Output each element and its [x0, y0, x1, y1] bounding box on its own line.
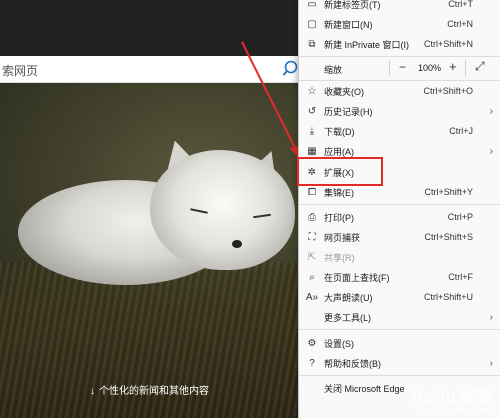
fox-nose: [232, 240, 242, 248]
menu-item-label: 打印(P): [324, 212, 354, 223]
menu-item-label: 历史记录(H): [324, 106, 373, 117]
watermark: Baidu 经验 jingyan.baidu.com: [411, 389, 492, 416]
new-tab-icon: ▭: [307, 0, 317, 10]
menu-item-favorites[interactable]: ☆ 收藏夹(O) Ctrl+Shift+O: [299, 81, 500, 101]
menu-item-settings[interactable]: ⚙ 设置(S): [299, 333, 500, 353]
print-icon: ⎙: [308, 211, 316, 223]
menu-item-label: 共享(R): [324, 252, 355, 263]
menu-item-label: 新建标签页(T): [324, 0, 381, 10]
share-icon: ⇱: [307, 251, 317, 263]
zoom-divider: [389, 60, 390, 76]
zoom-label: 缩放: [324, 65, 343, 75]
arrow-down-icon: ↓: [90, 386, 95, 397]
menu-item-share: ⇱ 共享(R): [299, 247, 500, 267]
menu-item-collections[interactable]: ⧠ 集锦(E) Ctrl+Shift+Y: [299, 182, 500, 202]
menu-item-label: 收藏夹(O): [324, 86, 364, 97]
new-window-icon: ▢: [307, 18, 317, 30]
news-label: 个性化的新闻和其他内容: [99, 386, 209, 397]
menu-item-label: 帮助和反馈(B): [324, 358, 381, 369]
menu-item-read-aloud[interactable]: A» 大声朗读(U) Ctrl+Shift+U: [299, 287, 500, 307]
zoom-out-button[interactable]: −: [399, 60, 406, 74]
menu-item-label: 关闭 Microsoft Edge: [324, 383, 405, 394]
web-capture-icon: ⛶: [308, 231, 316, 243]
zoom-in-button[interactable]: +: [449, 59, 457, 74]
extensions-icon: ✲: [307, 166, 317, 178]
apps-icon: ▦: [307, 145, 317, 157]
fox-head: [150, 150, 295, 270]
search-placeholder: 索网页: [2, 64, 39, 78]
menu-item-new-tab[interactable]: ▭ 新建标签页(T) Ctrl+T: [299, 0, 500, 14]
menu-item-label: 扩展(X): [324, 167, 354, 178]
menu-item-more-tools[interactable]: 更多工具(L) ›: [299, 307, 500, 327]
menu-item-shortcut: Ctrl+T: [448, 0, 473, 9]
menu-item-history[interactable]: ↺ 历史记录(H) ›: [299, 101, 500, 121]
menu-divider: [299, 204, 500, 205]
inprivate-icon: ⧉: [308, 38, 316, 50]
menu-item-label: 更多工具(L): [324, 312, 371, 323]
settings-menu: ▭ 新建标签页(T) Ctrl+T ▢ 新建窗口(N) Ctrl+N ⧉ 新建 …: [298, 0, 500, 418]
search-bar[interactable]: 索网页: [0, 56, 305, 83]
menu-item-label: 新建 InPrivate 窗口(I): [324, 39, 410, 50]
chevron-right-icon: ›: [489, 105, 493, 117]
news-link[interactable]: ↓ 个性化的新闻和其他内容: [90, 382, 209, 397]
help-icon: ?: [309, 357, 315, 369]
chevron-right-icon: ›: [489, 357, 493, 369]
menu-item-shortcut: Ctrl+Shift+Y: [424, 187, 473, 197]
chevron-right-icon: ›: [489, 311, 493, 323]
menu-divider: [299, 329, 500, 330]
zoom-divider: [465, 60, 466, 76]
chevron-right-icon: ›: [489, 145, 493, 157]
favorites-icon: ☆: [307, 85, 317, 97]
collections-icon: ⧠: [308, 186, 316, 198]
watermark-url: jingyan.baidu.com: [419, 405, 492, 416]
download-icon: ⤓: [309, 125, 315, 137]
read-aloud-icon: A»: [305, 291, 319, 303]
menu-item-shortcut: Ctrl+Shift+S: [424, 232, 473, 242]
find-icon: ⌕: [309, 271, 315, 283]
menu-item-label: 在页面上查找(F): [324, 272, 390, 283]
menu-item-shortcut: Ctrl+F: [448, 272, 473, 282]
watermark-logo: Baidu 经验: [411, 388, 492, 406]
zoom-row: 缩放 − 100% + ⤢: [299, 57, 500, 79]
menu-item-web-capture[interactable]: ⛶ 网页捕获 Ctrl+Shift+S: [299, 227, 500, 247]
settings-icon: ⚙: [307, 337, 317, 349]
menu-item-shortcut: Ctrl+Shift+U: [423, 292, 473, 302]
menu-item-label: 大声朗读(U): [324, 292, 373, 303]
menu-item-print[interactable]: ⎙ 打印(P) Ctrl+P: [299, 207, 500, 227]
menu-item-label: 下载(D): [324, 126, 355, 137]
menu-item-downloads[interactable]: ⤓ 下载(D) Ctrl+J: [299, 121, 500, 141]
menu-item-shortcut: Ctrl+Shift+N: [423, 39, 473, 49]
menu-item-new-window[interactable]: ▢ 新建窗口(N) Ctrl+N: [299, 14, 500, 34]
menu-item-inprivate[interactable]: ⧉ 新建 InPrivate 窗口(I) Ctrl+Shift+N: [299, 34, 500, 54]
menu-item-shortcut: Ctrl+Shift+O: [423, 86, 473, 96]
menu-item-help[interactable]: ? 帮助和反馈(B) ›: [299, 353, 500, 373]
menu-item-shortcut: Ctrl+P: [447, 212, 473, 222]
menu-item-label: 网页捕获: [324, 232, 361, 243]
menu-item-label: 设置(S): [324, 338, 354, 349]
zoom-level: 100%: [418, 63, 442, 73]
fullscreen-icon[interactable]: ⤢: [475, 59, 485, 74]
menu-item-label: 集锦(E): [324, 187, 354, 198]
menu-divider: [299, 375, 500, 376]
menu-item-label: 应用(A): [324, 146, 354, 157]
history-icon: ↺: [307, 105, 317, 117]
menu-item-find[interactable]: ⌕ 在页面上查找(F) Ctrl+F: [299, 267, 500, 287]
menu-item-apps[interactable]: ▦ 应用(A) ›: [299, 141, 500, 161]
menu-item-shortcut: Ctrl+N: [447, 19, 473, 29]
menu-item-extensions[interactable]: ✲ 扩展(X): [299, 162, 500, 182]
menu-item-label: 新建窗口(N): [324, 19, 373, 30]
menu-item-shortcut: Ctrl+J: [449, 126, 473, 136]
